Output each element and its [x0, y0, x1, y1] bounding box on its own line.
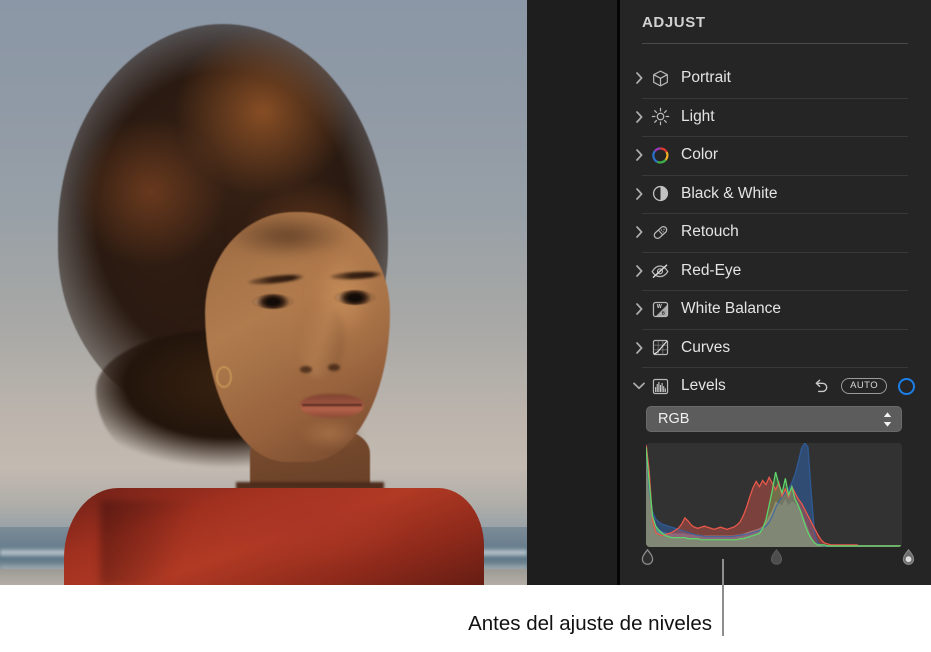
callout-leader-line	[722, 559, 724, 636]
adjustment-label: Color	[681, 146, 719, 164]
channel-select-value: RGB	[658, 411, 690, 427]
white-balance-icon: W B	[649, 299, 671, 319]
eye-slash-icon	[649, 261, 671, 281]
chevron-right-icon[interactable]	[631, 341, 647, 354]
black-point-slider[interactable]	[641, 548, 654, 566]
chin-highlight	[288, 418, 372, 462]
adjust-panel: ADJUST Portrait Light Color Black & Whit…	[620, 0, 931, 585]
bandage-icon	[649, 222, 671, 242]
callout-caption: Antes del ajuste de niveles	[468, 612, 712, 635]
levels-sliders	[641, 548, 915, 567]
eye-left	[252, 294, 294, 309]
levels-histogram[interactable]	[646, 443, 902, 547]
midtone-slider[interactable]	[770, 548, 783, 566]
sun-icon	[649, 107, 671, 127]
lip-line	[302, 404, 362, 406]
adjustment-label: Black & White	[681, 184, 778, 202]
adjustment-row-levels[interactable]: Levels AUTO	[620, 367, 931, 406]
adjustment-row-color[interactable]: Color	[620, 136, 931, 175]
adjustment-label: White Balance	[681, 300, 781, 318]
chevron-right-icon[interactable]	[631, 264, 647, 277]
adjustment-label: Light	[681, 107, 715, 125]
adjustment-label: Curves	[681, 338, 731, 356]
adjustment-row-red-eye[interactable]: Red-Eye	[620, 251, 931, 291]
nostril-right	[328, 364, 340, 371]
lips	[300, 394, 364, 418]
cube-icon	[649, 68, 671, 88]
adjustment-row-retouch[interactable]: Retouch	[620, 213, 931, 252]
chevron-updown-icon	[882, 411, 893, 428]
svg-text:B: B	[661, 310, 664, 315]
adjustment-label: Levels	[681, 377, 726, 395]
header-divider	[642, 43, 908, 44]
app-root: ADJUST Portrait Light Color Black & Whit…	[0, 0, 931, 652]
blue-circle-toggle-icon[interactable]	[898, 377, 915, 395]
preview-backdrop	[527, 0, 617, 585]
white-point-slider[interactable]	[902, 548, 915, 566]
chevron-right-icon[interactable]	[631, 303, 647, 316]
half-circle-icon	[649, 184, 671, 204]
adjustment-row-light[interactable]: Light	[620, 97, 931, 137]
chevron-right-icon[interactable]	[631, 187, 647, 200]
reset-arrow-icon[interactable]	[813, 378, 830, 395]
curves-icon	[649, 338, 671, 358]
levels-icon	[649, 376, 671, 396]
panel-title: ADJUST	[642, 14, 706, 31]
nostril-left	[300, 366, 312, 373]
chevron-right-icon[interactable]	[631, 110, 647, 123]
adjustment-list: Portrait Light Color Black & White Retou…	[620, 59, 931, 406]
chevron-right-icon[interactable]	[631, 149, 647, 162]
photo-preview[interactable]	[0, 0, 527, 585]
adjustment-row-curves[interactable]: Curves	[620, 328, 931, 368]
adjustment-row-black-and-white[interactable]: Black & White	[620, 174, 931, 214]
chevron-right-icon[interactable]	[631, 72, 647, 85]
adjustment-row-white-balance[interactable]: W B White Balance	[620, 290, 931, 329]
adjustment-row-portrait[interactable]: Portrait	[620, 59, 931, 98]
adjustment-label: Red-Eye	[681, 261, 742, 279]
adjustment-label: Retouch	[681, 223, 739, 241]
earring	[216, 366, 232, 388]
color-wheel-icon	[649, 145, 671, 165]
shirt-fold-shadow	[100, 500, 210, 585]
adjustment-label: Portrait	[681, 69, 731, 87]
svg-text:W: W	[656, 304, 661, 310]
chevron-right-icon[interactable]	[631, 226, 647, 239]
channel-select[interactable]: RGB	[646, 406, 902, 432]
chevron-down-icon[interactable]	[631, 382, 647, 390]
levels-actions: AUTO	[813, 367, 915, 406]
eye-right	[334, 290, 376, 305]
auto-button[interactable]: AUTO	[841, 378, 887, 395]
